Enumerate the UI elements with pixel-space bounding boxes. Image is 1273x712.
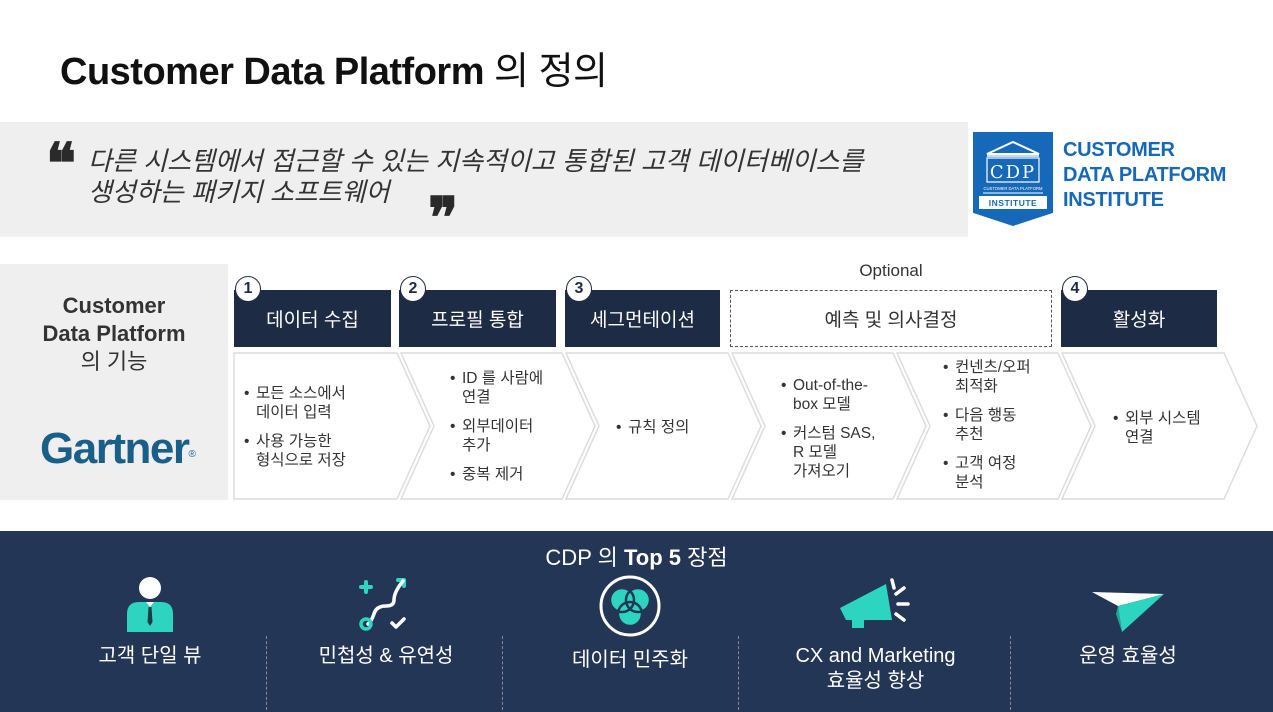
advantage-divider [738,636,739,710]
list-item: 고객 여정분석 [943,454,1058,492]
data-democratization-icon [599,575,661,637]
advantage-label: CX and Marketing 효율성 향상 [768,644,983,694]
list-item: 규칙 정의 [616,418,726,437]
bullets-prediction-models: Out-of-the-box 모델 커스텀 SAS,R 모델가져오기 [781,376,896,491]
advantage-label: 고객 단일 뷰 [98,645,202,667]
list-item: 중복 제거 [450,465,580,484]
bullets-segmentation: 규칙 정의 [616,418,726,447]
single-customer-icon [127,577,173,632]
advantage-divider [1010,636,1011,710]
list-item: 모든 소스에서데이터 입력 [244,384,394,422]
list-item: 사용 가능한형식으로 저장 [244,432,394,470]
list-item: ID 를 사람에연결 [450,369,580,407]
advantage-agility: 민첩성 & 유연성 [296,574,476,712]
bullets-activation: 외부 시스템연결 [1113,409,1223,457]
bullets-decisioning: 컨넨츠/오퍼최적화 다음 행동추천 고객 여정분석 [943,358,1058,502]
list-item: 컨넨츠/오퍼최적화 [943,358,1058,396]
advantage-single-customer-view: 고객 단일 뷰 [60,574,240,712]
advantage-operational-efficiency: 운영 효율성 [1038,574,1218,712]
advantage-data-democratization: 데이터 민주화 [530,574,730,712]
advantages-title-suffix: 장점 [680,545,728,570]
paper-plane-icon [1092,592,1164,632]
advantage-label: 데이터 민주화 [572,649,688,671]
agility-path-icon [359,578,406,631]
list-item: Out-of-the-box 모델 [781,376,896,414]
advantage-divider [266,636,267,710]
advantage-label: 운영 효율성 [1079,645,1177,667]
list-item: 커스텀 SAS,R 모델가져오기 [781,424,896,481]
megaphone-icon [839,578,910,628]
list-item: 외부데이터추가 [450,417,580,455]
advantage-label-line-1: CX and Marketing [795,645,956,667]
list-item: 다음 행동추천 [943,406,1058,444]
advantage-cx-marketing: CX and Marketing 효율성 향상 [768,574,983,712]
advantage-label-line-2: 효율성 향상 [826,670,925,692]
bullets-data-collection: 모든 소스에서데이터 입력 사용 가능한형식으로 저장 [244,384,394,480]
advantage-divider [502,636,503,710]
list-item: 외부 시스템연결 [1113,409,1223,447]
advantage-label: 민첩성 & 유연성 [318,645,454,667]
advantages-title-bold: Top 5 [623,545,681,570]
advantages-title-prefix: CDP 의 [545,545,624,570]
advantages-title: CDP 의 Top 5 장점 [0,540,1273,572]
bullets-profile-unification: ID 를 사람에연결 외부데이터추가 중복 제거 [450,369,580,494]
